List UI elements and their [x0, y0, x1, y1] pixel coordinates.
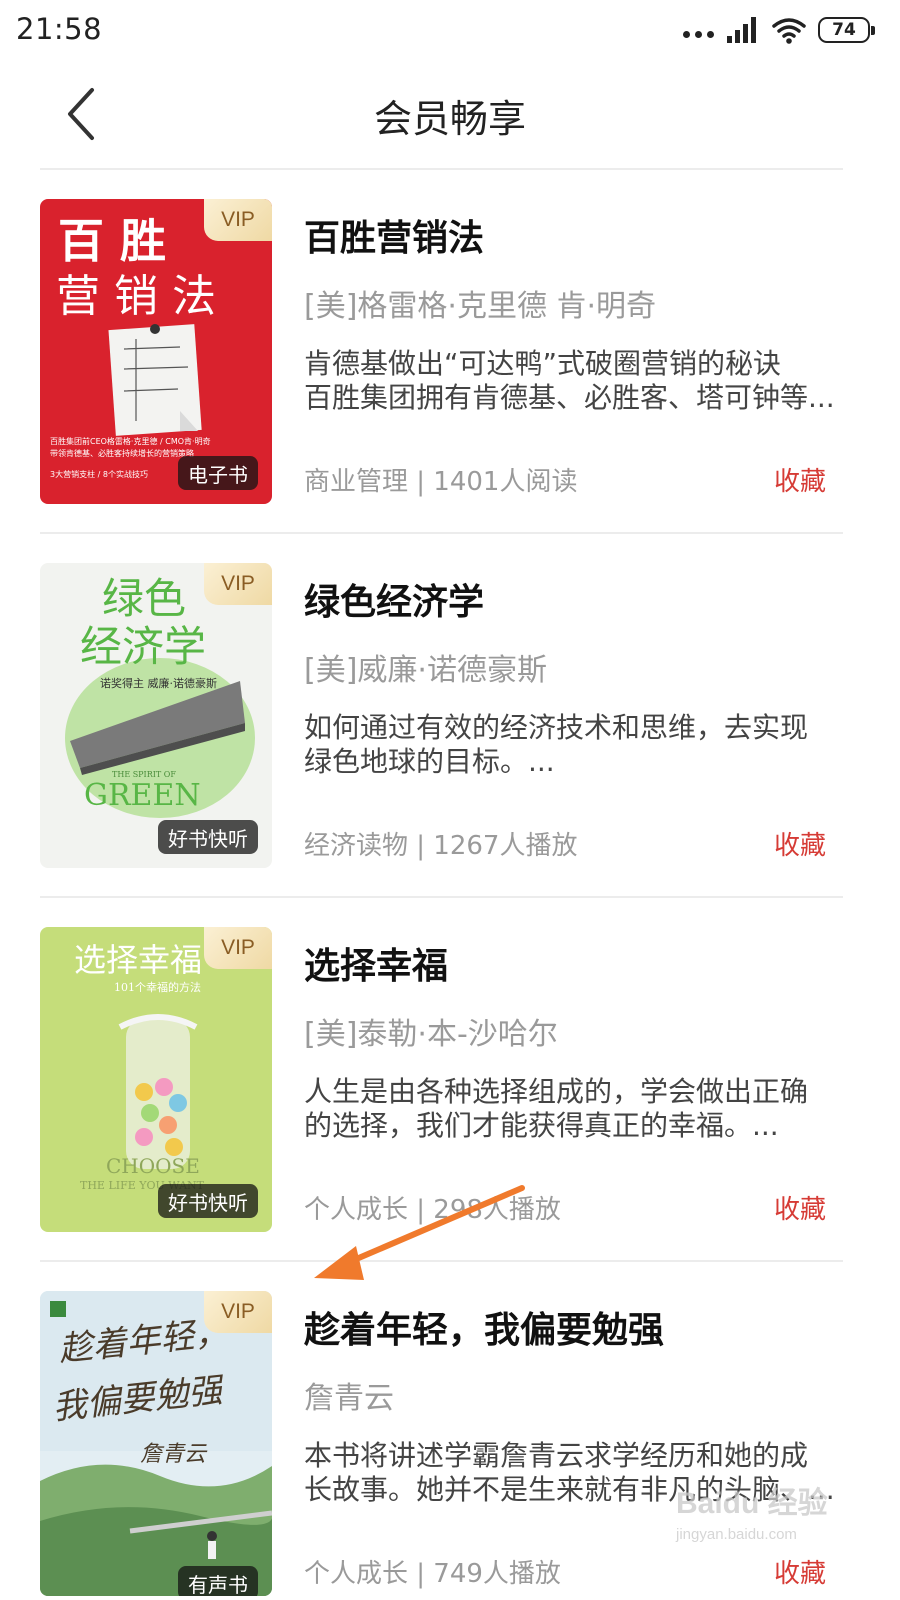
book-item-3[interactable]: 选择幸福 101个幸福的方法 CHOOSE THE LIFE YOU WANT … — [0, 898, 900, 1262]
book-author: [美]泰勒·本-沙哈尔 — [304, 1017, 558, 1052]
type-badge: 有声书 — [178, 1566, 258, 1596]
book-title[interactable]: 选择幸福 — [304, 937, 448, 989]
book-cover-art: 趁着年轻， 我偏要勉强 詹青云 — [40, 1291, 272, 1596]
vip-badge: VIP — [204, 1291, 272, 1333]
cover-title-top: 绿色 — [102, 574, 186, 623]
wifi-icon — [772, 18, 806, 44]
cover-subtitle: 101个幸福的方法 — [114, 980, 201, 994]
cover-caption-3: 3大营销支柱 / 8个实战技巧 — [50, 469, 148, 479]
cover-english-big: GREEN — [84, 778, 201, 813]
book-meta: 经济读物 | 1267人播放 — [304, 831, 578, 861]
nav-bar: 会员畅享 — [0, 62, 900, 170]
vip-badge: VIP — [204, 563, 272, 605]
signal-icon — [727, 17, 756, 43]
cover-author-signature: 詹青云 — [140, 1442, 208, 1467]
watermark-brand: Baidu 经验 — [676, 1487, 828, 1520]
vip-badge: VIP — [204, 927, 272, 969]
cover-caption-2: 带领肯德基、必胜客持续增长的营销策略 — [50, 448, 194, 458]
book-description-line: 本书将讲述学霸詹青云求学经历和她的成 — [304, 1439, 809, 1472]
type-badge: 电子书 — [178, 456, 258, 490]
book-description-line: 肯德基做出“可达鸭”式破圈营销的秘诀 — [304, 347, 782, 380]
book-cover[interactable]: 选择幸福 101个幸福的方法 CHOOSE THE LIFE YOU WANT … — [40, 927, 272, 1232]
cover-title-top: 选择幸福 — [74, 941, 202, 979]
book-cover[interactable]: 绿色 经济学 诺奖得主 威廉·诺德豪斯 THE SPIRIT OF GREEN … — [40, 563, 272, 868]
collect-button[interactable]: 收藏 — [774, 461, 826, 498]
book-description-line: 的选择，我们才能获得真正的幸福。... — [304, 1109, 779, 1142]
book-item-1[interactable]: 百 胜 营 销 法 百胜集团前CEO格雷格·克里德 / CMO肯·明奇 带领肯德… — [0, 170, 900, 534]
collect-button[interactable]: 收藏 — [774, 1553, 826, 1590]
book-info: 选择幸福 [美]泰勒·本-沙哈尔 人生是由各种选择组成的，学会做出正确 的选择，… — [304, 927, 844, 1232]
book-cover[interactable]: 百 胜 营 销 法 百胜集团前CEO格雷格·克里德 / CMO肯·明奇 带领肯德… — [40, 199, 272, 504]
status-time: 21:58 — [16, 12, 103, 46]
status-bar: 21:58 74 — [0, 0, 900, 62]
collect-button[interactable]: 收藏 — [774, 1189, 826, 1226]
cover-title-bottom: 营 销 法 — [56, 271, 216, 322]
book-description-line: 人生是由各种选择组成的，学会做出正确 — [304, 1075, 809, 1108]
book-meta: 个人成长 | 298人播放 — [304, 1195, 561, 1225]
book-title[interactable]: 趁着年轻，我偏要勉强 — [304, 1301, 664, 1353]
book-description-line: 百胜集团拥有肯德基、必胜客、塔可钟等... — [304, 381, 835, 414]
book-item-2[interactable]: 绿色 经济学 诺奖得主 威廉·诺德豪斯 THE SPIRIT OF GREEN … — [0, 534, 900, 898]
book-meta: 商业管理 | 1401人阅读 — [304, 467, 578, 497]
book-author: 詹青云 — [304, 1381, 394, 1416]
watermark-url: jingyan.baidu.com — [676, 1526, 797, 1543]
status-icons: 74 — [683, 14, 875, 46]
page-title: 会员畅享 — [373, 97, 526, 141]
cover-caption-1: 百胜集团前CEO格雷格·克里德 / CMO肯·明奇 — [50, 436, 211, 446]
book-description: 肯德基做出“可达鸭”式破圈营销的秘诀 百胜集团拥有肯德基、必胜客、塔可钟等... — [304, 347, 844, 415]
book-author: [美]格雷格·克里德 肯·明奇 — [304, 289, 657, 324]
book-info: 百胜营销法 [美]格雷格·克里德 肯·明奇 肯德基做出“可达鸭”式破圈营销的秘诀… — [304, 199, 844, 504]
book-item-4[interactable]: 趁着年轻， 我偏要勉强 詹青云 VIP 有声书 趁着年轻，我偏要勉强 詹青云 本… — [0, 1262, 900, 1600]
battery-level: 74 — [832, 20, 856, 40]
type-badge: 好书快听 — [158, 1184, 258, 1218]
cover-title-top: 百 胜 — [58, 214, 166, 268]
cover-english-1: CHOOSE — [106, 1154, 200, 1178]
cover-author-line: 诺奖得主 威廉·诺德豪斯 — [100, 676, 217, 690]
watermark: Baidu 经验 jingyan.baidu.com — [676, 1478, 846, 1548]
book-title[interactable]: 绿色经济学 — [304, 573, 484, 625]
book-author: [美]威廉·诺德豪斯 — [304, 653, 547, 688]
book-description: 如何通过有效的经济技术和思维，去实现 绿色地球的目标。... — [304, 711, 844, 779]
book-description-line: 如何通过有效的经济技术和思维，去实现 — [304, 711, 809, 744]
cover-title-bottom: 经济学 — [80, 622, 206, 671]
book-info: 趁着年轻，我偏要勉强 詹青云 本书将讲述学霸詹青云求学经历和她的成 长故事。她并… — [304, 1291, 844, 1596]
vip-badge: VIP — [204, 199, 272, 241]
type-badge: 好书快听 — [158, 820, 258, 854]
book-cover[interactable]: 趁着年轻， 我偏要勉强 詹青云 VIP 有声书 — [40, 1291, 272, 1596]
more-dots-icon — [683, 30, 714, 38]
book-description: 人生是由各种选择组成的，学会做出正确 的选择，我们才能获得真正的幸福。... — [304, 1075, 844, 1143]
book-info: 绿色经济学 [美]威廉·诺德豪斯 如何通过有效的经济技术和思维，去实现 绿色地球… — [304, 563, 844, 868]
book-title[interactable]: 百胜营销法 — [304, 209, 484, 261]
battery-icon: 74 — [818, 17, 875, 43]
book-meta: 个人成长 | 749人播放 — [304, 1559, 561, 1589]
collect-button[interactable]: 收藏 — [774, 825, 826, 862]
book-description-line: 绿色地球的目标。... — [304, 745, 555, 778]
